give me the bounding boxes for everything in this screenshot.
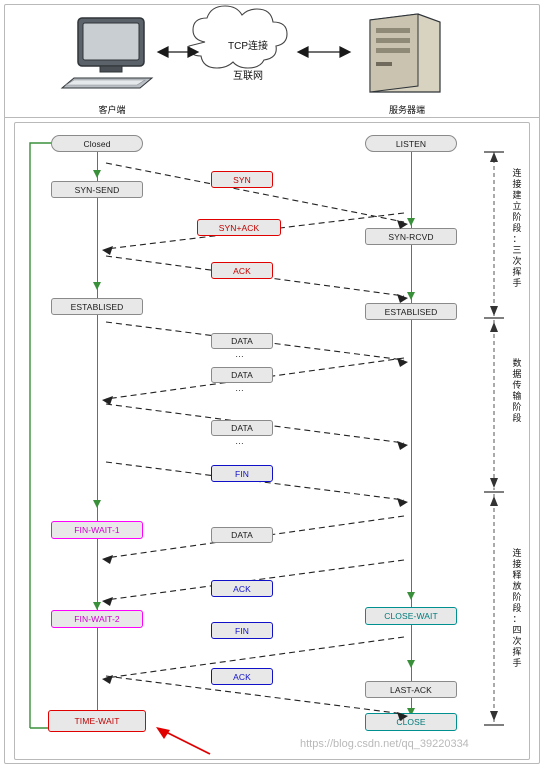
message-label-syn: SYN xyxy=(211,171,273,188)
message-label-ack-3: ACK xyxy=(211,668,273,685)
ellipsis-2: … xyxy=(235,383,245,393)
message-label-data-2: DATA xyxy=(211,367,273,383)
message-label-ack-1: ACK xyxy=(211,262,273,279)
ellipsis-3: … xyxy=(235,436,245,446)
message-arrow-lines xyxy=(102,162,408,721)
message-label-data-1: DATA xyxy=(211,333,273,349)
message-label-data-3: DATA xyxy=(211,420,273,436)
watermark-text: https://blog.csdn.net/qq_39220334 xyxy=(300,738,469,750)
phase-brackets xyxy=(484,151,504,726)
message-label-fin-1: FIN xyxy=(211,465,273,482)
message-label-ack-2: ACK xyxy=(211,580,273,597)
phase-label-connection-release: 连 接 释 放 阶 段 ： 四 次 挥 手 xyxy=(512,548,522,668)
message-label-fin-2: FIN xyxy=(211,622,273,639)
red-pointer-arrow xyxy=(156,727,211,755)
message-label-data-4: DATA xyxy=(211,527,273,543)
phase-label-connection-setup: 连 接 建 立 阶 段 ： 三 次 挥 手 xyxy=(512,168,522,288)
ellipsis-1: … xyxy=(235,349,245,359)
message-label-syn-ack: SYN+ACK xyxy=(197,219,281,236)
diagram-canvas: TCP连接 互联网 客户端 服务器端 Closed SYN-SEND ESTAB… xyxy=(0,0,546,768)
phase-label-data-transfer: 数 据 传 输 阶 段 xyxy=(512,358,522,423)
